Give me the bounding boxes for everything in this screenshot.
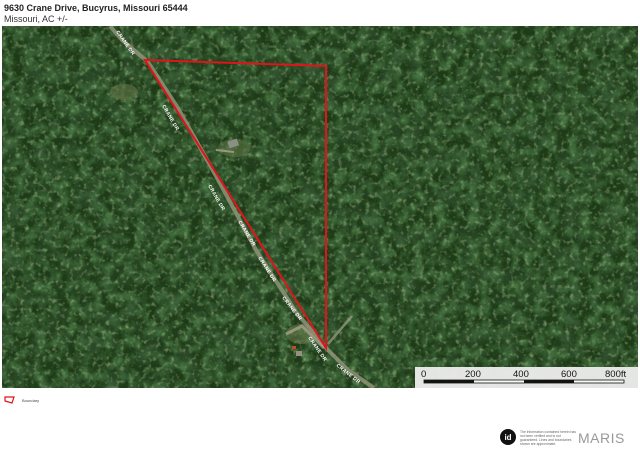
id-logo: id	[500, 429, 516, 445]
legend-label: Boundary	[22, 397, 40, 403]
clearing	[110, 84, 138, 100]
boundary-legend-swatch	[4, 396, 15, 404]
map-subtitle: Missouri, AC +/-	[4, 14, 68, 24]
aerial-imagery: CRANE DR CRANE DR CRANE DR CRANE DR CRAN…	[2, 26, 638, 388]
maris-logo: MARIS	[578, 430, 625, 446]
footer: id The information contained herein has …	[500, 428, 640, 448]
header: 9630 Crane Drive, Bucyrus, Missouri 6544…	[4, 2, 636, 25]
scale-bar-segment	[524, 380, 574, 383]
scale-label: 200	[465, 369, 481, 380]
scale-bar-segment	[424, 380, 474, 383]
map-title: 9630 Crane Drive, Bucyrus, Missouri 6544…	[4, 3, 188, 13]
aerial-map[interactable]: CRANE DR CRANE DR CRANE DR CRANE DR CRAN…	[2, 26, 638, 388]
building	[296, 351, 302, 356]
scale-label: 400	[513, 369, 529, 380]
disclaimer-text: The information contained herein has not…	[520, 430, 576, 446]
scale-bar: 0 200 400 600 800ft	[415, 367, 638, 388]
legend: Boundary	[4, 393, 39, 407]
building	[292, 346, 296, 349]
scale-label: 800ft	[605, 369, 626, 380]
scale-label: 600	[561, 369, 577, 380]
scale-label: 0	[421, 369, 426, 380]
